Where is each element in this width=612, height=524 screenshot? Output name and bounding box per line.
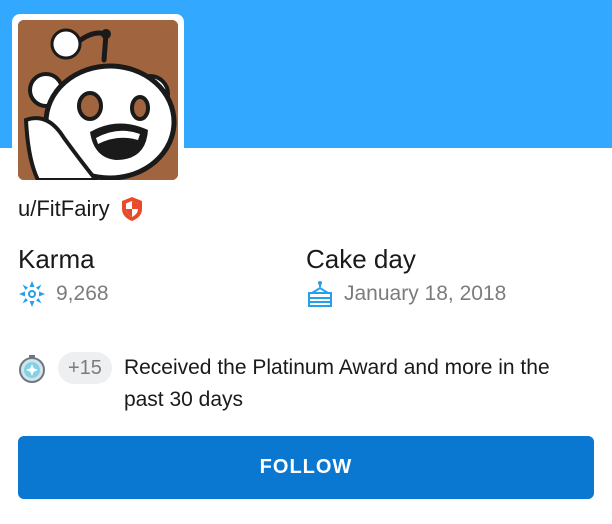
karma-label: Karma (18, 244, 95, 274)
cake-day-stat: Cake day January 18, 2018 (306, 244, 506, 308)
cake-day-value-row: January 18, 2018 (306, 280, 506, 308)
profile-username-row: u/FitFairy (18, 196, 144, 222)
cake-day-label: Cake day (306, 244, 416, 274)
karma-icon (19, 281, 45, 307)
cake-day-value: January 18, 2018 (344, 282, 507, 305)
moderator-shield-icon (121, 197, 142, 221)
trophy-row[interactable]: +15 Received the Platinum Award and more… (18, 352, 598, 416)
award-count-badge: +15 (58, 352, 112, 384)
cake-icon (308, 281, 332, 307)
username[interactable]: u/FitFairy (18, 196, 110, 222)
karma-value: 9,268 (56, 282, 109, 305)
platinum-award-icon (19, 355, 45, 383)
award-summary-text: Received the Platinum Award and more in … (123, 356, 550, 411)
avatar-frame (12, 14, 184, 186)
follow-button[interactable]: FOLLOW (18, 436, 594, 499)
karma-value-row: 9,268 (18, 280, 109, 308)
karma-stat: Karma 9,268 (18, 244, 109, 308)
snoo-avatar-image (18, 20, 178, 180)
avatar[interactable] (18, 20, 178, 180)
